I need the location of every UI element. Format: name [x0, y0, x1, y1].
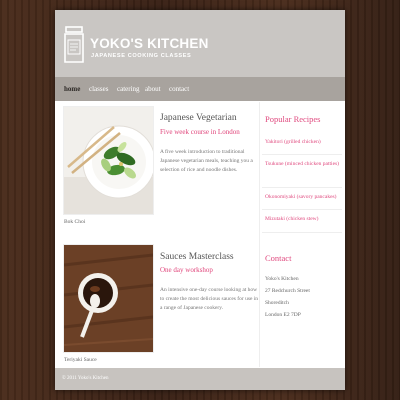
recipe-link-okonomiyaki[interactable]: Okonomiyaki (savory pancakes) [265, 193, 340, 201]
address-line: 27 Redchurch Street [265, 288, 310, 294]
popular-recipes-heading: Popular Recipes [265, 114, 321, 124]
divider [262, 209, 342, 210]
spice-jar-icon [64, 26, 84, 63]
footer: © 2011 Yoko's Kitchen [55, 368, 345, 390]
address-line: London E2 7DP [265, 312, 301, 318]
bok-choi-image [63, 106, 154, 215]
main-nav: home classes catering about contact [55, 77, 345, 101]
copyright-text: © 2011 Yoko's Kitchen [62, 376, 109, 381]
divider [262, 187, 342, 188]
teriyaki-sauce-caption: Teriyaki Sauce [64, 357, 97, 363]
site-subtitle: JAPANESE COOKING CLASSES [91, 53, 192, 59]
divider [262, 154, 342, 155]
bok-choi-caption: Bok Choi [64, 219, 86, 225]
divider [262, 232, 342, 233]
recipe-link-tsukune[interactable]: Tsukune (minced chicken patties) [265, 160, 340, 168]
nav-contact[interactable]: contact [169, 85, 189, 93]
site-title[interactable]: YOKO'S KITCHEN [90, 36, 209, 51]
header: YOKO'S KITCHEN JAPANESE COOKING CLASSES [55, 10, 345, 77]
nav-home[interactable]: home [64, 85, 80, 93]
course-description-vegetarian: A five week introduction to traditional … [160, 149, 253, 173]
course-subtitle-sauces: One day workshop [160, 266, 213, 274]
nav-classes[interactable]: classes [89, 85, 108, 93]
recipe-link-yakitori[interactable]: Yakitori (grilled chicken) [265, 138, 340, 146]
course-subtitle-vegetarian: Five week course in London [160, 128, 240, 136]
course-title-sauces[interactable]: Sauces Masterclass [160, 252, 234, 262]
address-line: Shoreditch [265, 300, 289, 306]
course-title-vegetarian[interactable]: Japanese Vegetarian [160, 113, 237, 123]
contact-heading: Contact [265, 253, 292, 263]
teriyaki-sauce-image [63, 244, 154, 353]
course-description-sauces: An intensive one-day course looking at h… [160, 287, 259, 311]
sidebar-divider [259, 102, 260, 367]
nav-about[interactable]: about [145, 85, 161, 93]
nav-catering[interactable]: catering [117, 85, 140, 93]
address-line: Yoko's Kitchen [265, 276, 299, 282]
page: YOKO'S KITCHEN JAPANESE COOKING CLASSES … [55, 10, 345, 390]
recipe-link-mizutaki[interactable]: Mizutaki (chicken stew) [265, 215, 340, 223]
